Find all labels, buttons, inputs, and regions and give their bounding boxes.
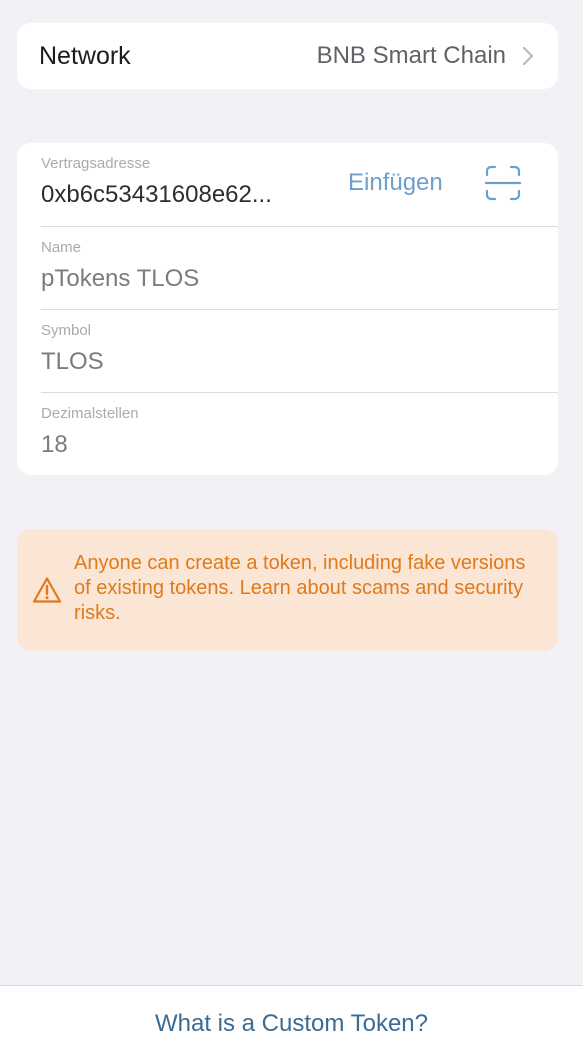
token-decimals-label: Dezimalstellen — [41, 405, 139, 422]
token-decimals-field[interactable]: Dezimalstellen 18 — [17, 393, 558, 476]
contract-address-label: Vertragsadresse — [41, 155, 151, 172]
paste-button[interactable]: Einfügen — [348, 169, 443, 197]
contract-address-field[interactable]: Vertragsadresse 0xb6c53431608e62... Einf… — [17, 143, 558, 226]
contract-address-input[interactable]: 0xb6c53431608e62... — [41, 181, 272, 209]
qr-scan-icon[interactable] — [485, 165, 521, 201]
token-symbol-input[interactable]: TLOS — [41, 348, 104, 376]
token-decimals-input[interactable]: 18 — [41, 431, 68, 459]
token-name-label: Name — [41, 239, 82, 256]
scam-warning-banner[interactable]: Anyone can create a token, including fak… — [17, 529, 558, 651]
network-label: Network — [39, 42, 131, 70]
custom-token-help-link[interactable]: What is a Custom Token? — [0, 1010, 583, 1038]
warning-triangle-icon — [32, 577, 62, 603]
token-symbol-label: Symbol — [41, 322, 92, 339]
token-symbol-field[interactable]: Symbol TLOS — [17, 310, 558, 393]
chevron-right-icon — [522, 46, 534, 66]
network-value: BNB Smart Chain — [316, 42, 506, 69]
token-name-field[interactable]: Name pTokens TLOS — [17, 227, 558, 310]
warning-text: Anyone can create a token, including fak… — [74, 552, 526, 624]
custom-token-form: Vertragsadresse 0xb6c53431608e62... Einf… — [17, 143, 558, 475]
bottom-bar: What is a Custom Token? — [0, 985, 583, 1064]
network-selector[interactable]: Network BNB Smart Chain — [17, 23, 558, 89]
token-name-input[interactable]: pTokens TLOS — [41, 265, 199, 293]
